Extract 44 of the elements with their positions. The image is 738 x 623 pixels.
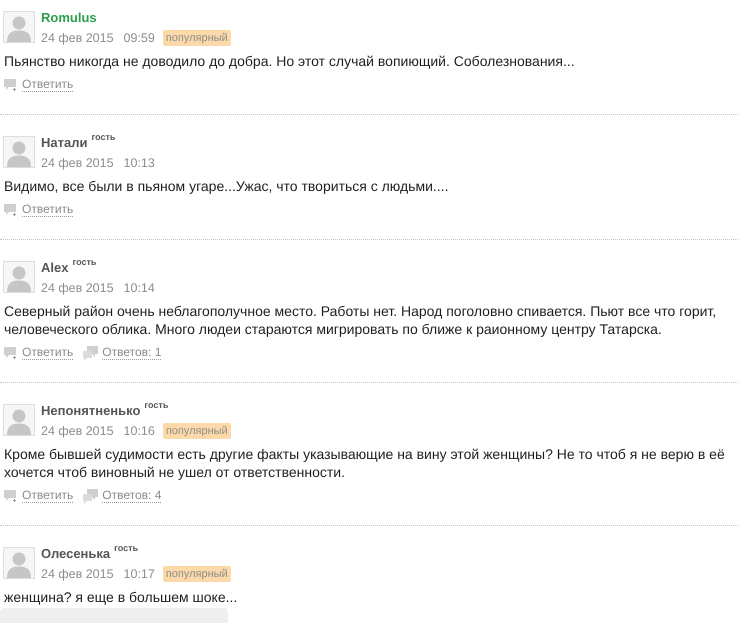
reply-link[interactable]: Ответить: [4, 489, 74, 503]
reply-icon: [4, 347, 16, 359]
comment-time: 09:59: [124, 30, 155, 47]
comment-text: женщина? я еще в большем шоке...: [4, 588, 238, 606]
replies-link[interactable]: Ответов: 4: [83, 488, 162, 504]
popular-badge: популярный: [162, 30, 231, 46]
reply-icon: [4, 204, 16, 216]
avatar-placeholder: [3, 261, 35, 293]
comment-time: 10:16: [124, 422, 155, 440]
comment-date: 24 фев 2015: [41, 280, 114, 297]
reply-link[interactable]: Ответить: [4, 346, 74, 360]
popular-badge: популярный: [162, 566, 231, 582]
comment-date: 24 фев 2015: [41, 422, 114, 440]
avatar-placeholder: [3, 11, 35, 43]
replies-link[interactable]: Ответов: 1: [83, 346, 162, 360]
guest-label: гость: [144, 400, 168, 410]
guest-label: гость: [114, 543, 138, 553]
comment-date: 24 фев 2015: [41, 154, 114, 172]
author-name[interactable]: Alex: [41, 259, 68, 277]
avatar-placeholder: [3, 404, 35, 436]
comment-text: Северный район очень неблагополучное место. Работы нет. Народ поголовно спивается. Пьют все что горит, человеческого облика. Много людеи стараются мигрировать по ближе к раионному центру Татарска.: [4, 302, 718, 338]
avatar-placeholder: [3, 136, 35, 168]
author-name[interactable]: Олесенька: [41, 545, 110, 563]
comment-time: 10:14: [124, 280, 155, 297]
comment-time: 10:17: [124, 566, 155, 583]
guest-label: гость: [72, 257, 96, 267]
comment-date: 24 фев 2015: [41, 566, 114, 583]
comment-text: Пьянство никогда не доводило до добра. Но этот случай вопиющий. Соболезнования...: [4, 52, 576, 70]
replies-icon: [83, 346, 98, 360]
author-name[interactable]: Натали: [41, 134, 88, 152]
author-name[interactable]: Непонятненько: [41, 402, 140, 420]
comment-date: 24 фев 2015: [41, 30, 114, 47]
reply-link[interactable]: Ответить: [4, 203, 74, 217]
author-name[interactable]: Romulus: [41, 9, 97, 27]
avatar-placeholder: [3, 547, 35, 579]
replies-icon: [83, 488, 98, 504]
comment-text: Кроме бывшей судимости есть другие факты указывающие на вину этой женщины? Не то чтоб я не верю в её хочется чтоб виновный не ушел от ответственности.: [4, 445, 726, 481]
reply-icon: [4, 490, 16, 502]
reply-link[interactable]: Ответить: [4, 78, 74, 92]
comment-time: 10:13: [124, 154, 155, 172]
reply-icon: [4, 79, 16, 91]
guest-label: гость: [91, 132, 116, 142]
comment-text: Видимо, все были в пьяном угаре...Ужас, что твориться с людьми....: [4, 177, 450, 195]
popular-badge: популярный: [162, 423, 231, 439]
